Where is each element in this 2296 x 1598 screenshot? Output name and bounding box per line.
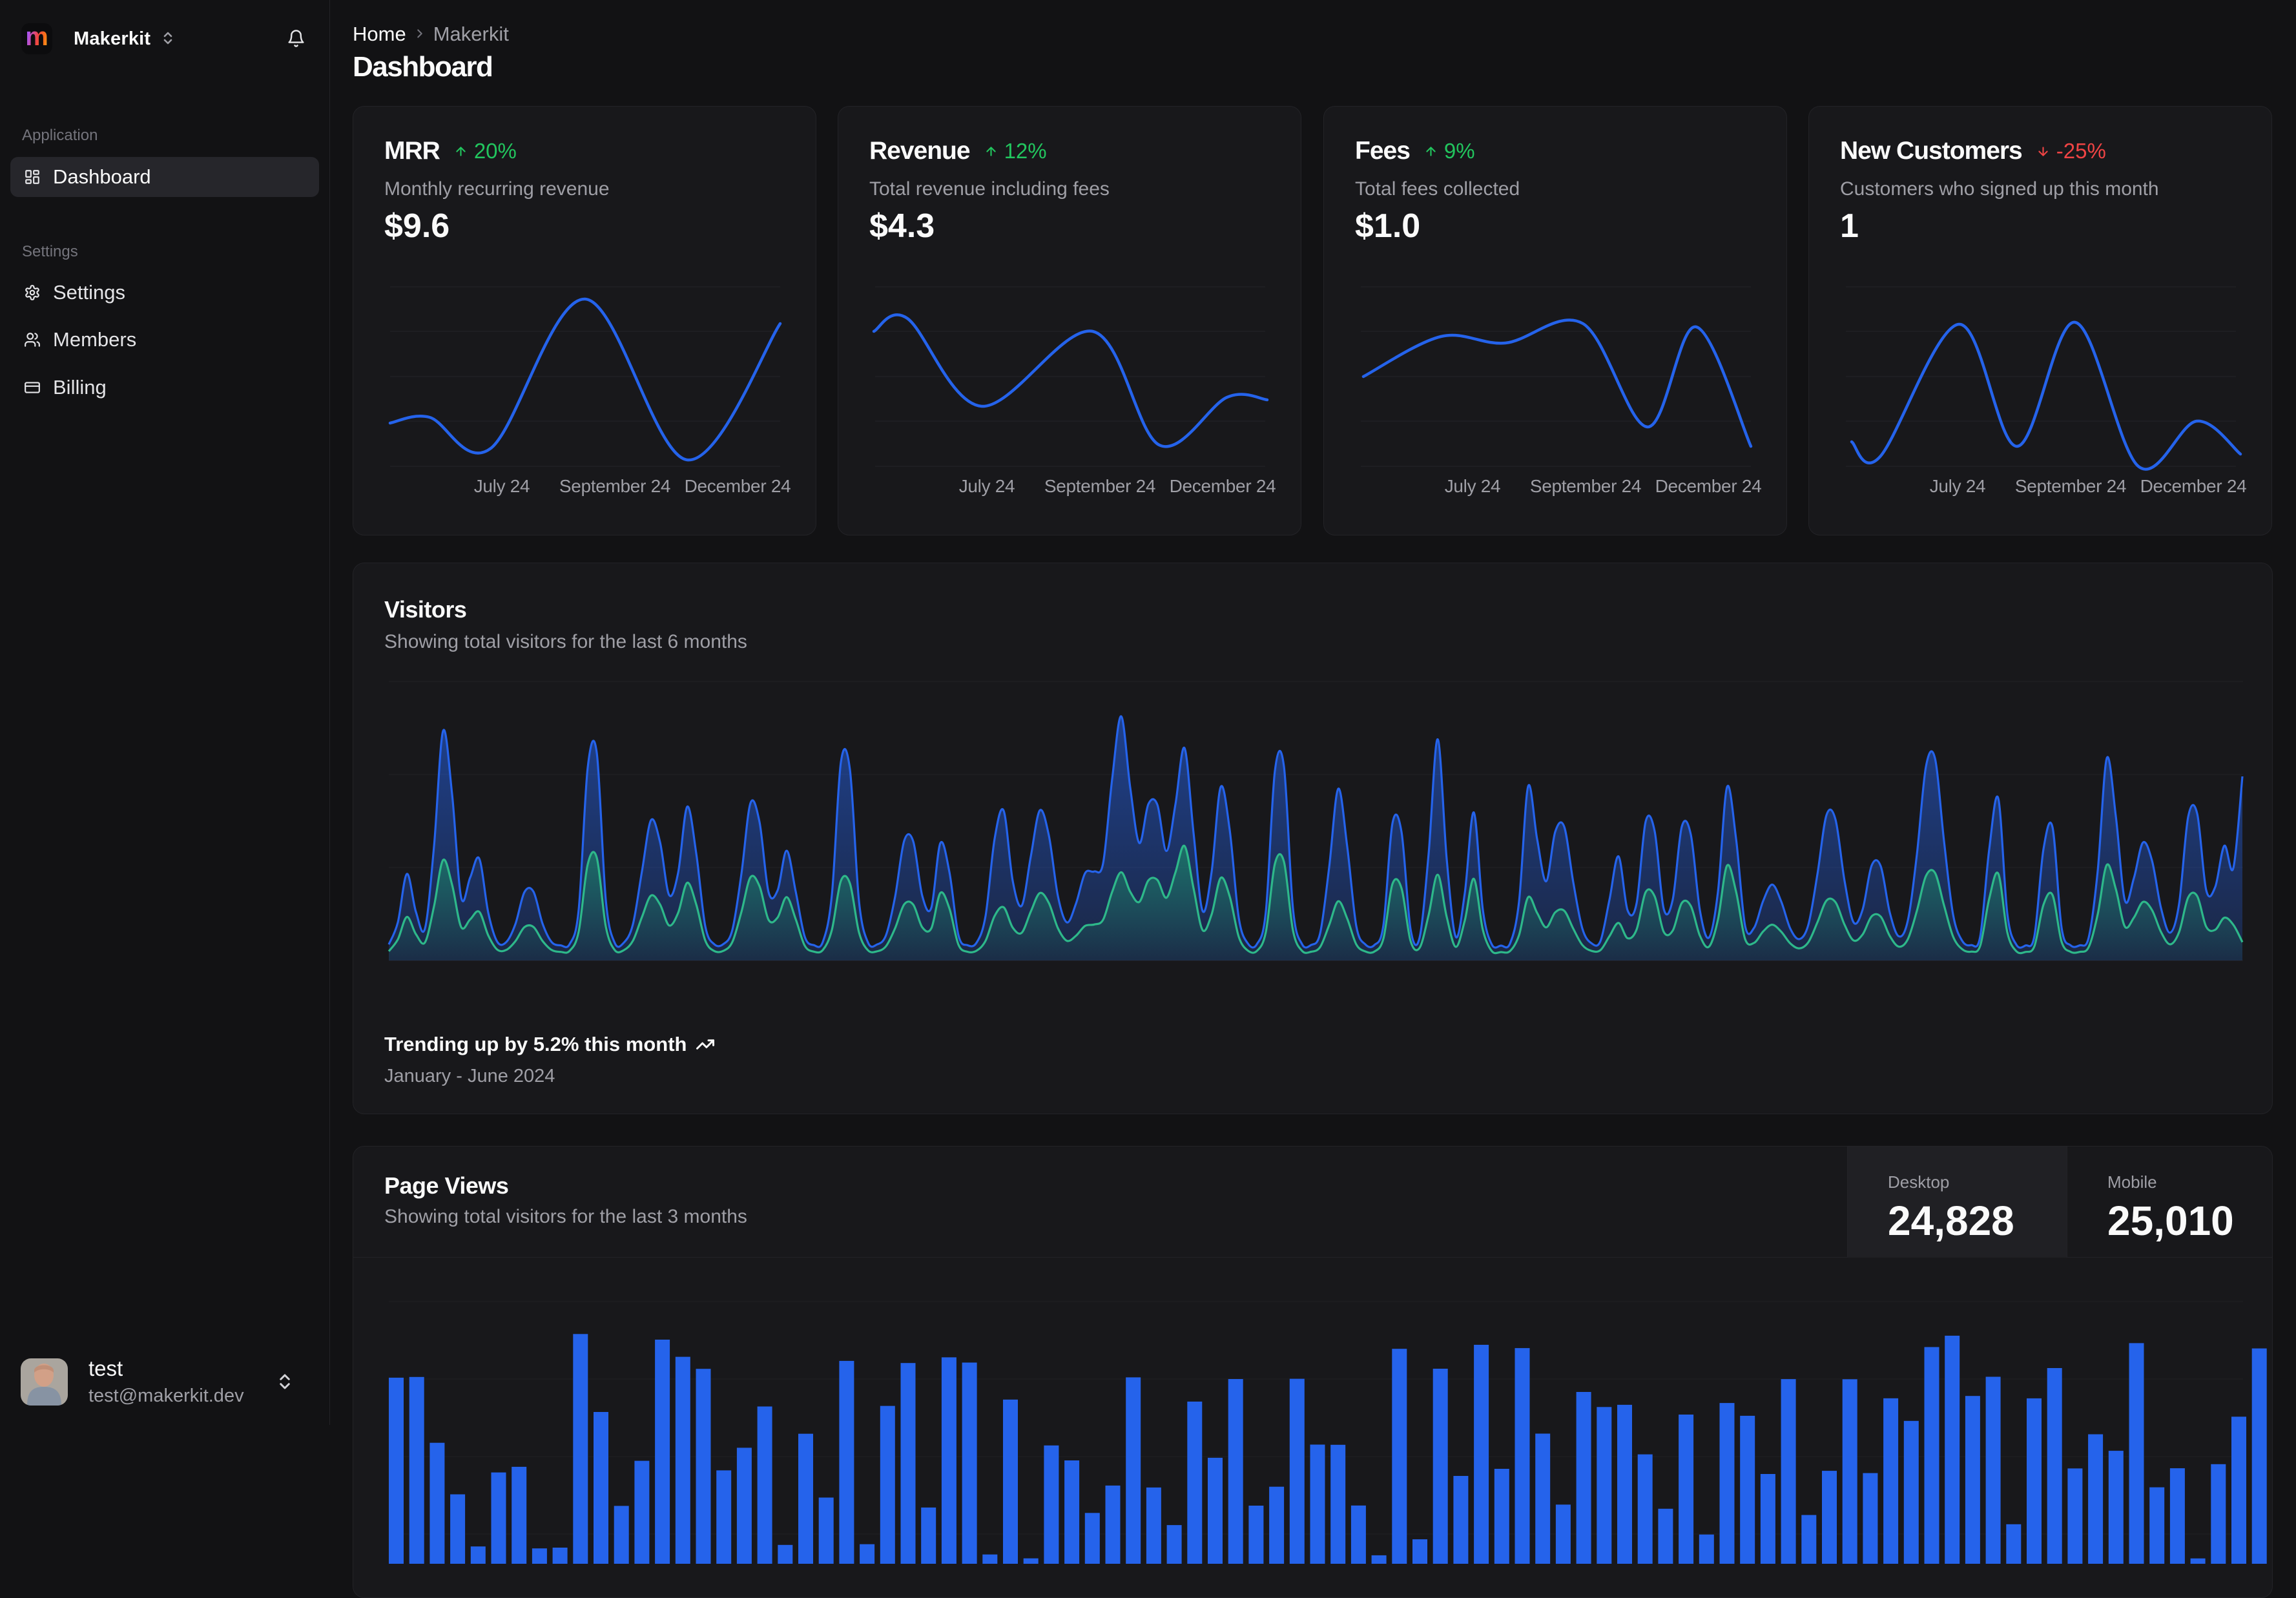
svg-text:December 24: December 24	[1170, 476, 1276, 496]
svg-text:July 24: July 24	[959, 476, 1015, 496]
svg-text:July 24: July 24	[474, 476, 530, 496]
svg-text:July 24: July 24	[1930, 476, 1986, 496]
svg-text:September 24: September 24	[1044, 476, 1155, 496]
svg-text:December 24: December 24	[685, 476, 791, 496]
svg-text:September 24: September 24	[559, 476, 670, 496]
svg-text:December 24: December 24	[1655, 476, 1762, 496]
svg-text:September 24: September 24	[2015, 476, 2126, 496]
svg-text:July 24: July 24	[1445, 476, 1501, 496]
svg-text:September 24: September 24	[1530, 476, 1641, 496]
svg-text:December 24: December 24	[2140, 476, 2247, 496]
